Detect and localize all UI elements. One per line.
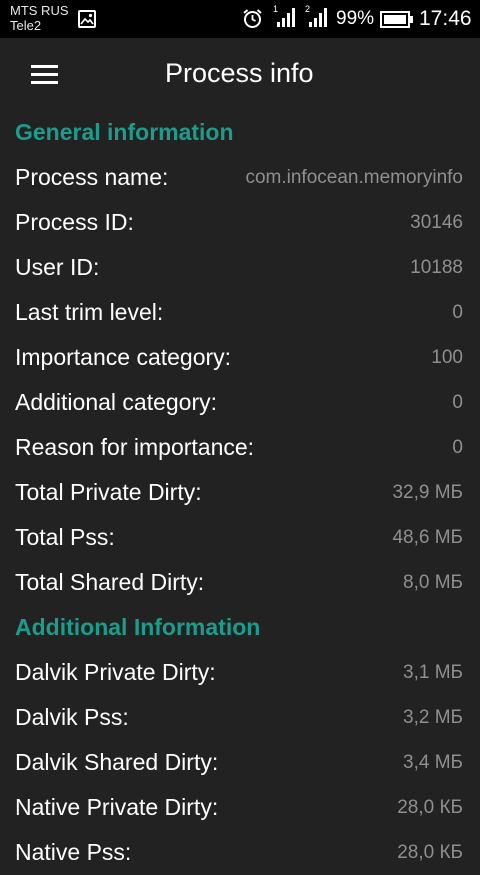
carrier-name-sim1: MTS RUS [10,3,69,18]
row-label: Process ID: [15,209,134,235]
info-row-dalvik-pss: Dalvik Pss: 3,2 МБ [0,695,480,740]
signal-icon-sim1: 1 [273,4,296,33]
row-value: com.infocean.memoryinfo [245,167,463,188]
info-row-native-pss: Native Pss: 28,0 КБ [0,830,480,875]
app-bar: Process info [0,38,480,110]
row-label: Dalvik Pss: [15,704,129,730]
row-label: Native Pss: [15,839,132,865]
row-label: Native Private Dirty: [15,794,219,820]
row-value: 3,2 МБ [403,707,463,728]
info-row-reason-for-importance: Reason for importance: 0 [0,425,480,470]
row-label: Dalvik Private Dirty: [15,659,216,685]
info-row-total-pss: Total Pss: 48,6 МБ [0,515,480,560]
row-label: Total Shared Dirty: [15,569,205,595]
row-value: 0 [452,437,463,458]
signal-icon-sim2: 2 [305,4,328,33]
row-value: 0 [452,392,463,413]
info-row-importance-category: Importance category: 100 [0,335,480,380]
sim2-label: 2 [305,4,311,14]
row-value: 10188 [410,257,463,278]
info-row-native-private-dirty: Native Private Dirty: 28,0 КБ [0,785,480,830]
process-info-list[interactable]: General information Process name: com.in… [0,110,480,875]
row-value: 3,1 МБ [403,662,463,683]
row-label: User ID: [15,254,100,280]
row-value: 0 [452,302,463,323]
row-label: Process name: [15,164,169,190]
row-label: Last trim level: [15,299,164,325]
row-label: Total Pss: [15,524,115,550]
row-value: 3,4 МБ [403,752,463,773]
clock: 17:46 [419,7,472,30]
section-header-general: General information [15,119,234,145]
battery-percent: 99% [336,8,375,29]
info-row-process-id: Process ID: 30146 [0,200,480,245]
row-label: Importance category: [15,344,232,370]
row-value: 28,0 КБ [397,797,463,818]
row-label: Additional category: [15,389,218,415]
row-value: 30146 [410,212,463,233]
row-label: Dalvik Shared Dirty: [15,749,219,775]
row-value: 8,0 МБ [403,572,463,593]
section-header-additional: Additional Information [15,614,261,640]
info-row-total-shared-dirty: Total Shared Dirty: 8,0 МБ [0,560,480,605]
row-value: 28,0 КБ [397,842,463,863]
alarm-icon [243,9,262,28]
info-row-dalvik-shared-dirty: Dalvik Shared Dirty: 3,4 МБ [0,740,480,785]
row-value: 100 [431,347,463,368]
page-title: Process info [165,58,314,88]
carrier-name-sim2: Tele2 [10,18,42,33]
info-row-last-trim-level: Last trim level: 0 [0,290,480,335]
row-label: Reason for importance: [15,434,255,460]
info-row-dalvik-private-dirty: Dalvik Private Dirty: 3,1 МБ [0,650,480,695]
info-row-total-private-dirty: Total Private Dirty: 32,9 МБ [0,470,480,515]
menu-icon[interactable] [31,65,58,84]
info-row-user-id: User ID: 10188 [0,245,480,290]
battery-icon [380,11,413,28]
row-value: 32,9 МБ [392,482,463,503]
row-label: Total Private Dirty: [15,479,202,505]
sim1-label: 1 [273,4,279,14]
gallery-icon [78,10,96,28]
row-value: 48,6 МБ [392,527,463,548]
info-row-process-name: Process name: com.infocean.memoryinfo [0,155,480,200]
info-row-additional-category: Additional category: 0 [0,380,480,425]
status-bar: MTS RUS Tele2 1 2 99% 17:46 [0,0,480,38]
